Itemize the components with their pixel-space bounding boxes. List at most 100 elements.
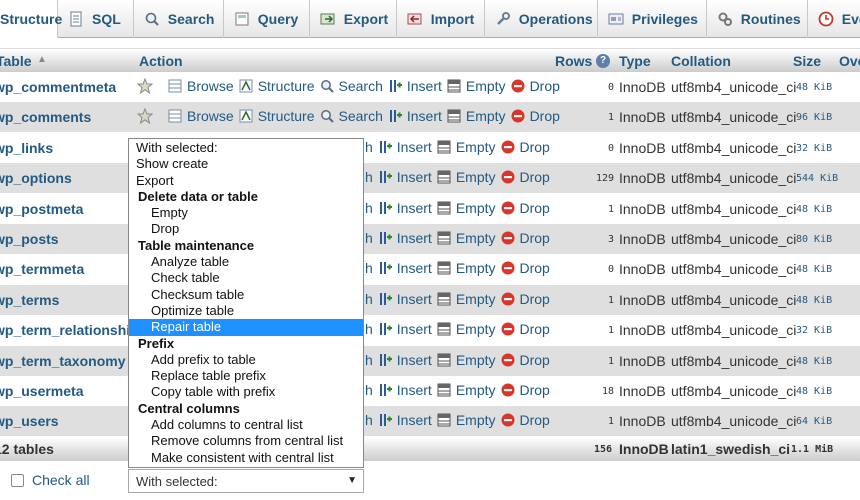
drop-link[interactable]: Drop	[520, 169, 550, 185]
empty-link[interactable]: Empty	[456, 291, 496, 307]
table-size[interactable]: 32 KiB	[796, 325, 832, 336]
table-name-link[interactable]: wp_postmeta	[0, 201, 83, 217]
table-name-link[interactable]: wp_comments	[0, 109, 91, 125]
insert-link[interactable]: Insert	[397, 352, 432, 368]
empty-link[interactable]: Empty	[456, 412, 496, 428]
tab-operations[interactable]: Operations	[485, 0, 598, 38]
drop-link[interactable]: Drop	[520, 139, 550, 155]
table-name-link[interactable]: wp_users	[0, 413, 59, 429]
insert-link[interactable]: Insert	[397, 260, 432, 276]
search-link[interactable]: Search	[339, 108, 383, 124]
dropdown-option[interactable]: Export	[129, 173, 363, 189]
table-size[interactable]: 544 KiB	[796, 173, 838, 184]
table-name-link[interactable]: wp_commentmeta	[0, 79, 116, 95]
empty-link[interactable]: Empty	[456, 352, 496, 368]
drop-link[interactable]: Drop	[520, 200, 550, 216]
dropdown-option[interactable]: Add prefix to table	[129, 352, 363, 368]
empty-link[interactable]: Empty	[456, 260, 496, 276]
tab-privileges[interactable]: Privileges	[598, 0, 707, 38]
search-link[interactable]: h	[365, 230, 373, 246]
search-link[interactable]: h	[365, 260, 373, 276]
dropdown-option[interactable]: Drop	[129, 221, 363, 237]
tab-search[interactable]: Search	[134, 0, 224, 38]
search-link[interactable]: Search	[339, 78, 383, 94]
dropdown-option[interactable]: Check table	[129, 270, 363, 286]
search-link[interactable]: h	[365, 321, 373, 337]
dropdown-option[interactable]: Repair table	[129, 319, 363, 336]
dropdown-option[interactable]: Replace table prefix	[129, 368, 363, 384]
header-type[interactable]: Type	[619, 53, 651, 69]
empty-link[interactable]: Empty	[456, 230, 496, 246]
insert-link[interactable]: Insert	[407, 78, 442, 94]
insert-link[interactable]: Insert	[397, 230, 432, 246]
drop-link[interactable]: Drop	[520, 291, 550, 307]
table-size[interactable]: 48 KiB	[796, 82, 832, 93]
drop-link[interactable]: Drop	[520, 230, 550, 246]
drop-link[interactable]: Drop	[520, 321, 550, 337]
dropdown-option[interactable]: With selected:	[129, 140, 363, 156]
table-name-link[interactable]: wp_options	[0, 170, 72, 186]
insert-link[interactable]: Insert	[397, 291, 432, 307]
table-size[interactable]: 48 KiB	[796, 264, 832, 275]
table-size[interactable]: 48 KiB	[796, 386, 832, 397]
insert-link[interactable]: Insert	[397, 382, 432, 398]
dropdown-option[interactable]: Copy table with prefix	[129, 384, 363, 400]
header-rows[interactable]: Rows	[555, 53, 592, 69]
empty-link[interactable]: Empty	[456, 200, 496, 216]
empty-link[interactable]: Empty	[456, 321, 496, 337]
table-size[interactable]: 64 KiB	[796, 416, 832, 427]
search-link[interactable]: h	[365, 200, 373, 216]
header-overhead[interactable]: Ove	[839, 53, 860, 69]
tab-sql[interactable]: SQL	[58, 0, 134, 38]
browse-link[interactable]: Browse	[187, 78, 234, 94]
header-collation[interactable]: Collation	[671, 53, 731, 69]
search-link[interactable]: h	[365, 291, 373, 307]
table-name-link[interactable]: wp_usermeta	[0, 383, 83, 399]
table-name-link[interactable]: wp_term_taxonomy	[0, 353, 125, 369]
table-name-link[interactable]: wp_term_relationships	[0, 322, 147, 338]
check-all-checkbox[interactable]	[11, 473, 24, 487]
table-name-link[interactable]: wp_termmeta	[0, 261, 84, 277]
dropdown-option[interactable]: Make consistent with central list	[129, 450, 363, 466]
header-table[interactable]: Table	[0, 53, 32, 69]
browse-link[interactable]: Browse	[187, 108, 234, 124]
table-size[interactable]: 80 KiB	[796, 234, 832, 245]
insert-link[interactable]: Insert	[397, 200, 432, 216]
table-size[interactable]: 48 KiB	[796, 295, 832, 306]
tab-events[interactable]: Eve	[808, 0, 860, 38]
drop-link[interactable]: Drop	[530, 78, 560, 94]
header-size[interactable]: Size	[793, 53, 821, 69]
insert-link[interactable]: Insert	[397, 139, 432, 155]
drop-link[interactable]: Drop	[520, 352, 550, 368]
structure-link[interactable]: Structure	[258, 108, 315, 124]
dropdown-option[interactable]: Add columns to central list	[129, 417, 363, 433]
empty-link[interactable]: Empty	[466, 78, 506, 94]
table-name-link[interactable]: wp_terms	[0, 292, 59, 308]
insert-link[interactable]: Insert	[407, 108, 442, 124]
dropdown-option[interactable]: Checksum table	[129, 287, 363, 303]
search-link[interactable]: h	[365, 352, 373, 368]
with-selected-select[interactable]: With selected: ▼	[128, 469, 364, 493]
empty-link[interactable]: Empty	[456, 139, 496, 155]
search-link[interactable]: h	[365, 382, 373, 398]
tab-query[interactable]: Query	[224, 0, 310, 38]
table-size[interactable]: 32 KiB	[796, 143, 832, 154]
table-size[interactable]: 96 KiB	[796, 112, 832, 123]
empty-link[interactable]: Empty	[466, 108, 506, 124]
help-icon[interactable]: ?	[596, 54, 610, 68]
empty-link[interactable]: Empty	[456, 382, 496, 398]
star-icon[interactable]	[136, 108, 154, 125]
drop-link[interactable]: Drop	[530, 108, 560, 124]
insert-link[interactable]: Insert	[397, 169, 432, 185]
dropdown-option[interactable]: Show create	[129, 156, 363, 172]
dropdown-option[interactable]: Optimize table	[129, 303, 363, 319]
insert-link[interactable]: Insert	[397, 412, 432, 428]
table-size[interactable]: 48 KiB	[796, 356, 832, 367]
dropdown-option[interactable]: Analyze table	[129, 254, 363, 270]
insert-link[interactable]: Insert	[397, 321, 432, 337]
table-name-link[interactable]: wp_links	[0, 140, 53, 156]
tab-import[interactable]: Import	[397, 0, 485, 38]
table-size[interactable]: 48 KiB	[796, 204, 832, 215]
structure-link[interactable]: Structure	[258, 78, 315, 94]
star-icon[interactable]	[136, 77, 154, 95]
